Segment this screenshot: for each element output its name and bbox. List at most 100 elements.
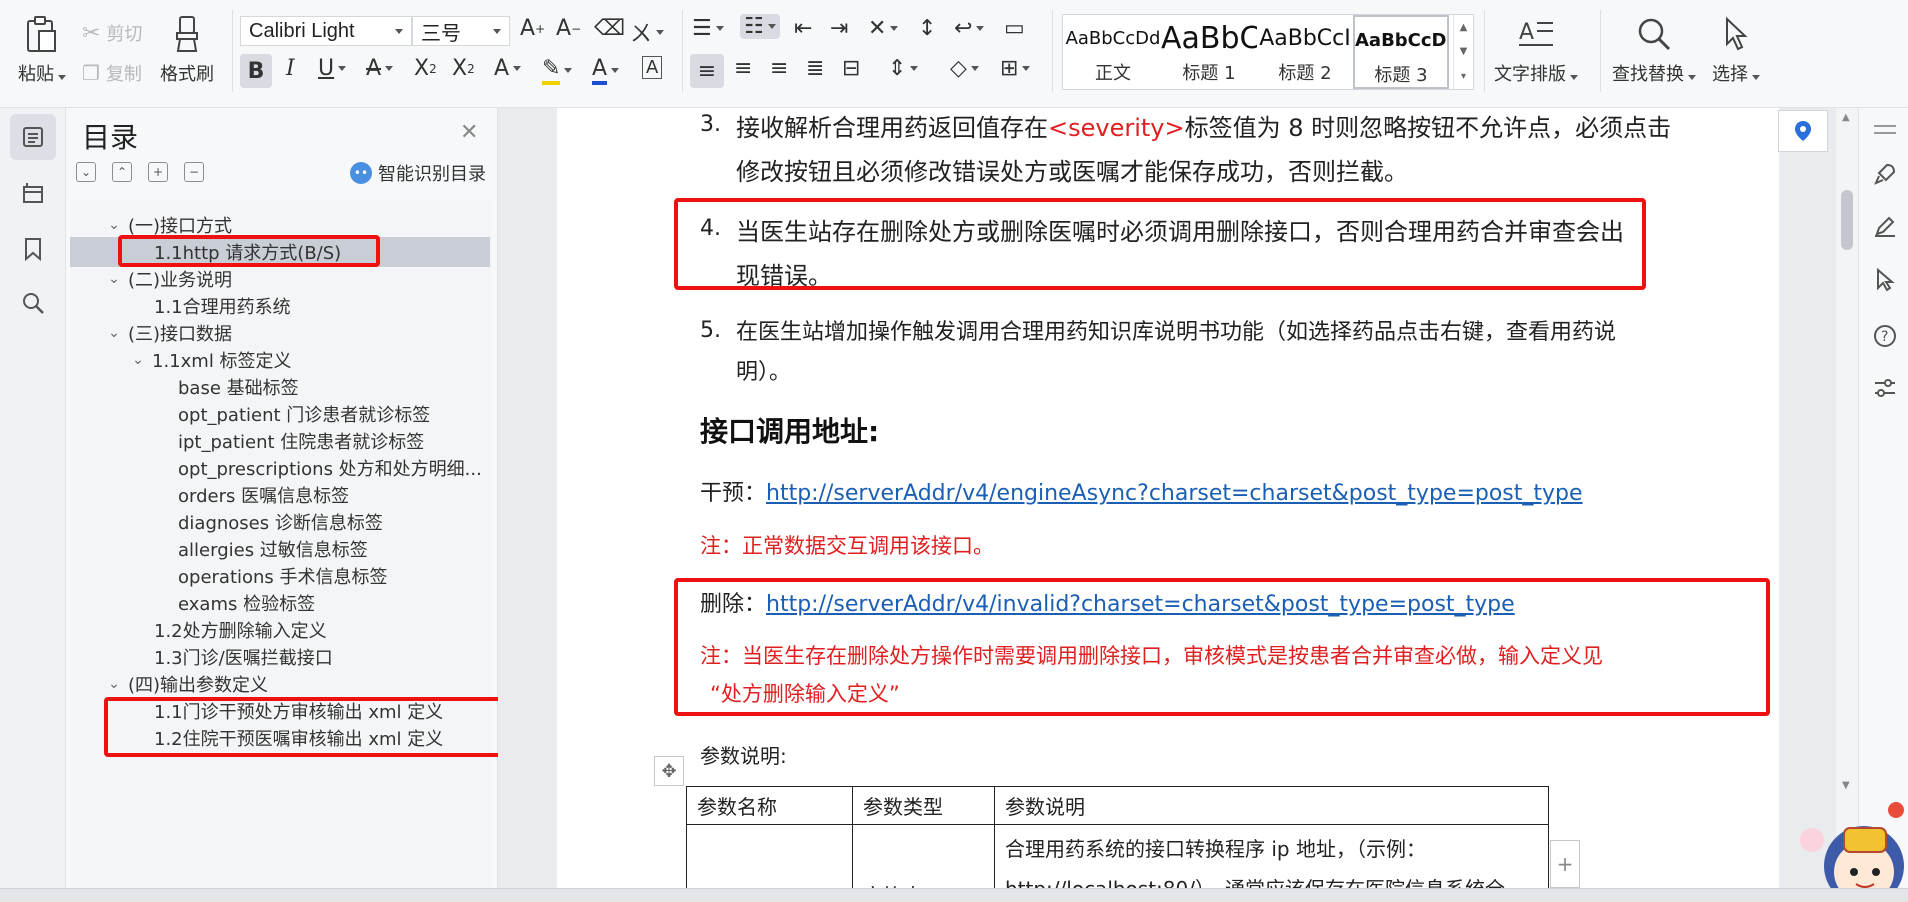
chevron-down-icon[interactable]: ⌄ — [106, 217, 122, 233]
increase-indent-icon[interactable]: ⇥ — [830, 16, 848, 41]
paste-button[interactable]: 粘贴 — [18, 14, 66, 86]
menu-icon[interactable] — [1871, 116, 1899, 144]
shrink-font-icon[interactable]: A − — [556, 16, 581, 41]
add-column-icon[interactable]: + — [1550, 840, 1580, 888]
font-size-select[interactable]: 三号 — [412, 16, 510, 46]
style-preview: AaBbCcDd — [1065, 28, 1161, 49]
copy-button[interactable]: ❐ 复制 — [82, 60, 142, 86]
line-spacing-icon[interactable]: ⇕ — [888, 56, 919, 81]
toc-item[interactable]: orders 医嘱信息标签 — [70, 480, 490, 510]
toc-item[interactable]: ⌄ 1.1xml 标签定义 — [70, 345, 490, 375]
styles-scroll[interactable]: ▲ ▼ ▾ — [1453, 15, 1473, 89]
remove-heading-icon[interactable]: − — [184, 162, 204, 182]
format-painter-button[interactable]: 格式刷 — [160, 14, 214, 86]
sliders-icon[interactable] — [1871, 374, 1899, 402]
chevron-down-icon[interactable]: ⌄ — [106, 676, 122, 692]
toc-item[interactable]: opt_prescriptions 处方和处方明细... — [70, 453, 490, 483]
expand-up-icon[interactable]: ⌃ — [112, 162, 132, 182]
smart-toc-button[interactable]: •• 智能识别目录 — [350, 160, 486, 186]
scroll-up-icon[interactable]: ▲ — [1842, 112, 1850, 123]
style-heading-1[interactable]: AaBbC 标题 1 — [1161, 15, 1257, 89]
rocket-icon[interactable] — [1871, 160, 1899, 188]
cursor-icon[interactable] — [1871, 266, 1899, 294]
numbered-list-icon[interactable]: ☷ — [740, 14, 780, 39]
toc-item[interactable]: 1.1http 请求方式(B/S) — [70, 237, 490, 267]
underline-icon[interactable]: U — [318, 56, 347, 81]
shading-icon[interactable]: ◇ — [950, 56, 979, 81]
font-name-value: Calibri Light — [249, 19, 355, 42]
section-heading: 接口调用地址: — [700, 415, 880, 448]
justify-icon[interactable]: ≣ — [806, 56, 824, 81]
intervene-url-link[interactable]: http://serverAddr/v4/engineAsync?charset… — [766, 481, 1583, 506]
sort-icon[interactable]: ↕ — [918, 16, 936, 41]
toc-item[interactable]: ⌄ (一)接口方式 — [70, 210, 490, 240]
toc-rail-button[interactable] — [10, 114, 56, 160]
superscript-icon[interactable]: X2 — [414, 56, 437, 81]
toc-item[interactable]: diagnoses 诊断信息标签 — [70, 507, 490, 537]
toc-item[interactable]: operations 手术信息标签 — [70, 561, 490, 591]
expand-icon[interactable]: ▾ — [1461, 71, 1466, 82]
align-left-icon[interactable]: ≡ — [690, 54, 724, 88]
style-heading-2[interactable]: AaBbCcI 标题 2 — [1257, 15, 1353, 89]
char-border-icon[interactable]: A — [642, 56, 663, 79]
text-effect-icon[interactable]: A — [494, 56, 522, 81]
cut-button[interactable]: ✂ 剪切 — [82, 20, 142, 46]
delete-url-link[interactable]: http://serverAddr/v4/invalid?charset=cha… — [766, 592, 1515, 617]
find-replace-button[interactable]: 查找替换 — [1612, 14, 1696, 86]
add-heading-icon[interactable]: + — [148, 162, 168, 182]
font-color-icon[interactable]: A — [592, 56, 620, 85]
chevron-down-icon[interactable]: ▼ — [1460, 46, 1468, 57]
strikethrough-icon[interactable]: A — [366, 56, 394, 81]
close-icon[interactable]: ✕ — [460, 120, 478, 145]
toc-item[interactable]: 1.1合理用药系统 — [70, 291, 490, 321]
toc-item[interactable]: ipt_patient 住院患者就诊标签 — [70, 426, 490, 456]
toc-item[interactable]: ⌄ (四)输出参数定义 — [70, 669, 490, 699]
subscript-icon[interactable]: X2 — [452, 56, 475, 81]
params-table: 参数名称 参数类型 参数说明 serverAddr 字符串 合理用药系统的接口转… — [686, 786, 1549, 902]
bold-icon[interactable]: B — [240, 54, 272, 88]
font-name-select[interactable]: Calibri Light — [240, 16, 412, 46]
chevron-down-icon[interactable]: ⌄ — [106, 325, 122, 341]
table-ruler-icon[interactable]: ▭ — [1004, 16, 1025, 41]
clear-format-icon[interactable]: ⌫ — [594, 16, 625, 41]
toc-item[interactable]: ⌄ (三)接口数据 — [70, 318, 490, 348]
chinese-layout-icon[interactable]: ✕ — [868, 16, 899, 41]
toc-item[interactable]: allergies 过敏信息标签 — [70, 534, 490, 564]
navigation-rail-button[interactable] — [10, 170, 56, 216]
search-rail-button[interactable] — [10, 280, 56, 326]
phonetic-guide-icon[interactable]: ㄨ — [630, 16, 665, 48]
bullet-list-icon[interactable]: ☰ — [692, 16, 724, 41]
toc-item[interactable]: 1.2住院干预医嘱审核输出 xml 定义 — [70, 723, 490, 753]
toc-item[interactable]: 1.1门诊干预处方审核输出 xml 定义 — [70, 696, 490, 726]
highlight-icon[interactable]: ✎ — [542, 56, 573, 85]
help-icon[interactable]: ? — [1871, 322, 1899, 350]
bookmark-rail-button[interactable] — [10, 226, 56, 272]
style-normal[interactable]: AaBbCcDd 正文 — [1065, 15, 1161, 89]
align-right-icon[interactable]: ≡ — [770, 56, 788, 81]
toc-item[interactable]: base 基础标签 — [70, 372, 490, 402]
scroll-thumb[interactable] — [1841, 190, 1853, 250]
chevron-down-icon[interactable]: ⌄ — [130, 352, 146, 368]
italic-icon[interactable]: I — [286, 56, 295, 81]
toc-item[interactable]: 1.2处方删除输入定义 — [70, 615, 490, 645]
text-layout-button[interactable]: A 文字排版 — [1494, 14, 1578, 86]
toc-item[interactable]: exams 检验标签 — [70, 588, 490, 618]
pen-icon[interactable] — [1871, 212, 1899, 240]
locate-button[interactable] — [1778, 110, 1828, 152]
toc-item[interactable]: ⌄ (二)业务说明 — [70, 264, 490, 294]
toc-item[interactable]: opt_patient 门诊患者就诊标签 — [70, 399, 490, 429]
collapse-all-icon[interactable]: ⌄ — [76, 162, 96, 182]
assistant-mascot[interactable] — [1792, 780, 1908, 902]
distribute-icon[interactable]: ⊟ — [842, 56, 860, 81]
grow-font-icon[interactable]: A + — [520, 16, 545, 41]
borders-icon[interactable]: ⊞ — [1000, 56, 1031, 81]
align-center-icon[interactable]: ≡ — [734, 56, 752, 81]
show-marks-icon[interactable]: ↩ — [954, 16, 985, 41]
chevron-down-icon[interactable]: ⌄ — [106, 271, 122, 287]
chevron-up-icon[interactable]: ▲ — [1460, 22, 1468, 33]
table-move-handle-icon[interactable]: ✥ — [654, 756, 684, 786]
style-heading-3[interactable]: AaBbCcDd 标题 3 — [1353, 15, 1449, 89]
select-button[interactable]: 选择 — [1712, 14, 1760, 86]
decrease-indent-icon[interactable]: ⇤ — [794, 16, 812, 41]
toc-item[interactable]: 1.3门诊/医嘱拦截接口 — [70, 642, 490, 672]
